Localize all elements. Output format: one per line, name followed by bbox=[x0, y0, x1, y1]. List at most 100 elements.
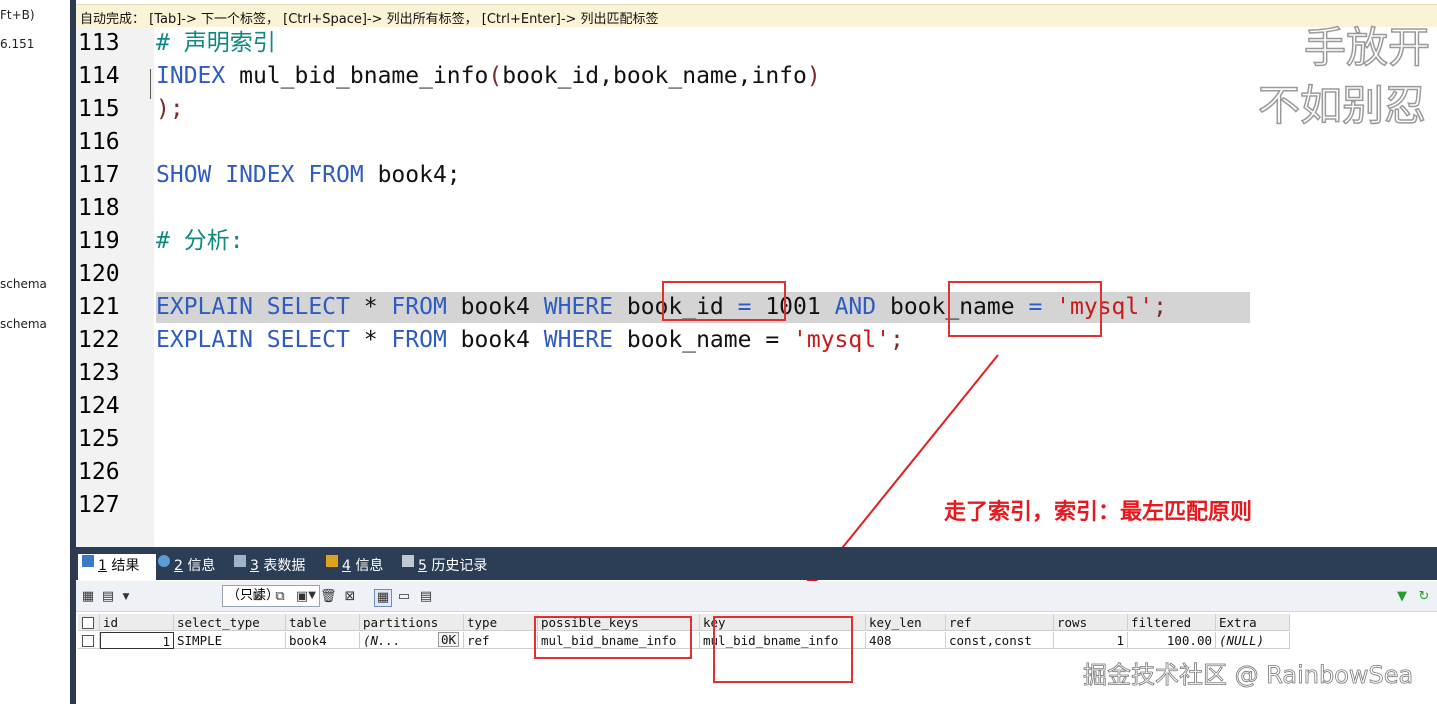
line-number: 113 bbox=[78, 30, 120, 56]
object-browser-item[interactable]: schema bbox=[0, 277, 47, 291]
cell-filtered[interactable]: 100.00 bbox=[1128, 632, 1216, 649]
filter-icon[interactable]: ▼ bbox=[1394, 589, 1410, 605]
column-header[interactable]: id bbox=[100, 614, 174, 631]
text-caret bbox=[150, 69, 151, 99]
paren: ( bbox=[488, 63, 503, 89]
code-line-115: ); bbox=[156, 96, 184, 122]
highlight-box-possible-keys bbox=[534, 616, 692, 659]
select-all-checkbox[interactable] bbox=[78, 614, 100, 631]
cell-key-len[interactable]: 408 bbox=[866, 632, 946, 649]
cell-extra[interactable]: (NULL) bbox=[1216, 632, 1290, 649]
line-number: 124 bbox=[78, 393, 120, 419]
highlight-box-book-id bbox=[662, 281, 786, 321]
delete-icon[interactable]: 🗑 bbox=[320, 589, 337, 605]
code-line-113: # 声明索引 bbox=[156, 30, 276, 56]
cell-select-type[interactable]: SIMPLE bbox=[174, 632, 286, 649]
highlight-box-key bbox=[713, 616, 853, 683]
tab-info-2[interactable]: 4 信息 bbox=[326, 554, 383, 580]
code-line-114: INDEX mul_bid_bname_info(book_id,book_na… bbox=[156, 60, 821, 93]
tab-number: 1 bbox=[98, 558, 107, 574]
info-icon bbox=[326, 555, 338, 567]
insert-row-icon[interactable]: ⊞ bbox=[250, 589, 266, 605]
line-number: 114 bbox=[78, 63, 120, 89]
sql-keyword: FROM bbox=[391, 294, 447, 320]
refresh-icon[interactable]: ↻ bbox=[1416, 589, 1432, 605]
tab-label: 信息 bbox=[355, 558, 384, 574]
grid-view-icon[interactable]: ▦ bbox=[374, 589, 392, 607]
info-icon bbox=[158, 555, 170, 567]
line-number: 119 bbox=[78, 228, 120, 254]
column-header[interactable]: key_len bbox=[866, 614, 946, 631]
line-number: 120 bbox=[78, 261, 120, 287]
results-toolbar: ▦ ▤ ▼ （只读） ▼ ⊞ ⧉ ▣ 🗑 ⊠ ▦ ▭ ▤ ▼ ↻ bbox=[76, 581, 1437, 612]
sql-keyword: EXPLAIN SELECT bbox=[156, 294, 350, 320]
semicolon: ; bbox=[1153, 294, 1167, 320]
column-header[interactable]: rows bbox=[1054, 614, 1128, 631]
sql-keyword: SHOW INDEX FROM bbox=[156, 162, 364, 188]
table-name: book4 bbox=[446, 294, 544, 320]
save-icon[interactable]: ▣ bbox=[294, 589, 310, 605]
partitions-value: (N... bbox=[363, 633, 401, 648]
column-header[interactable]: type bbox=[464, 614, 538, 631]
chevron-down-icon[interactable]: ▼ bbox=[118, 589, 134, 605]
sql-keyword: WHERE bbox=[543, 294, 613, 320]
row-checkbox[interactable] bbox=[78, 632, 100, 649]
object-browser-item[interactable]: Ft+B) bbox=[0, 8, 35, 22]
sql-keyword: INDEX bbox=[156, 63, 226, 89]
form-view-icon[interactable]: ▭ bbox=[396, 589, 412, 605]
sql-keyword: AND bbox=[834, 294, 877, 320]
column-header[interactable]: filtered bbox=[1128, 614, 1216, 631]
cell-type[interactable]: ref bbox=[464, 632, 538, 649]
line-number: 118 bbox=[78, 195, 120, 221]
tab-number: 4 bbox=[342, 558, 351, 574]
sql-keyword: WHERE bbox=[543, 327, 613, 353]
column-header[interactable]: ref bbox=[946, 614, 1054, 631]
tab-number: 3 bbox=[250, 558, 259, 574]
object-browser-item[interactable]: 6.151 bbox=[0, 37, 34, 51]
text-view-icon[interactable]: ▤ bbox=[418, 589, 434, 605]
cell-table[interactable]: book4 bbox=[286, 632, 360, 649]
table-name: book4 bbox=[446, 327, 544, 353]
line-number: 117 bbox=[78, 162, 120, 188]
column-header[interactable]: table bbox=[286, 614, 360, 631]
line-number: 126 bbox=[78, 459, 120, 485]
line-number: 115 bbox=[78, 96, 120, 122]
tab-table-data[interactable]: 3 表数据 bbox=[234, 554, 305, 580]
export-grid-icon[interactable]: ▦ bbox=[80, 589, 96, 605]
footer-watermark: 掘金技术社区 @ RainbowSea bbox=[1083, 661, 1414, 690]
cell-id[interactable]: 1 bbox=[100, 632, 174, 649]
grid-icon bbox=[82, 555, 94, 567]
cell-ref[interactable]: const,const bbox=[946, 632, 1054, 649]
autocomplete-hint-text: 自动完成： [Tab]-> 下一个标签， [Ctrl+Space]-> 列出所有… bbox=[80, 12, 659, 27]
view-mode-icon[interactable]: ▤ bbox=[100, 589, 116, 605]
column-header[interactable]: Extra bbox=[1216, 614, 1290, 631]
column-header[interactable]: select_type bbox=[174, 614, 286, 631]
star: * bbox=[349, 327, 392, 353]
history-icon bbox=[402, 555, 414, 567]
object-browser: Ft+B) 6.151 schema schema bbox=[0, 0, 70, 704]
line-number: 123 bbox=[78, 360, 120, 386]
copy-row-icon[interactable]: ⧉ bbox=[272, 589, 288, 605]
column-header[interactable]: partitions bbox=[360, 614, 464, 631]
code-line-117: SHOW INDEX FROM book4; bbox=[156, 159, 461, 192]
tab-result[interactable]: 1 结果 bbox=[78, 554, 156, 580]
index-name: mul_bid_bname_info bbox=[225, 63, 489, 89]
line-number: 125 bbox=[78, 426, 120, 452]
star: * bbox=[349, 294, 392, 320]
tab-history[interactable]: 5 历史记录 bbox=[402, 554, 487, 580]
tab-label: 信息 bbox=[187, 558, 216, 574]
cell-partitions[interactable]: (N... 0K bbox=[360, 632, 464, 649]
highlight-box-book-name bbox=[948, 281, 1102, 337]
table-name: book4; bbox=[363, 162, 461, 188]
line-number: 116 bbox=[78, 129, 120, 155]
tab-info[interactable]: 2 信息 bbox=[158, 554, 215, 580]
cell-rows[interactable]: 1 bbox=[1054, 632, 1128, 649]
column-name: book_name = bbox=[613, 327, 794, 353]
object-browser-item[interactable]: schema bbox=[0, 317, 47, 331]
cancel-changes-icon[interactable]: ⊠ bbox=[342, 589, 358, 605]
line-number: 127 bbox=[78, 492, 120, 518]
blob-size-badge[interactable]: 0K bbox=[437, 632, 459, 647]
paren: ) bbox=[806, 63, 821, 89]
sql-editor[interactable]: 113 114 115 116 117 118 119 120 121 122 … bbox=[76, 27, 1437, 547]
tab-number: 2 bbox=[174, 558, 183, 574]
